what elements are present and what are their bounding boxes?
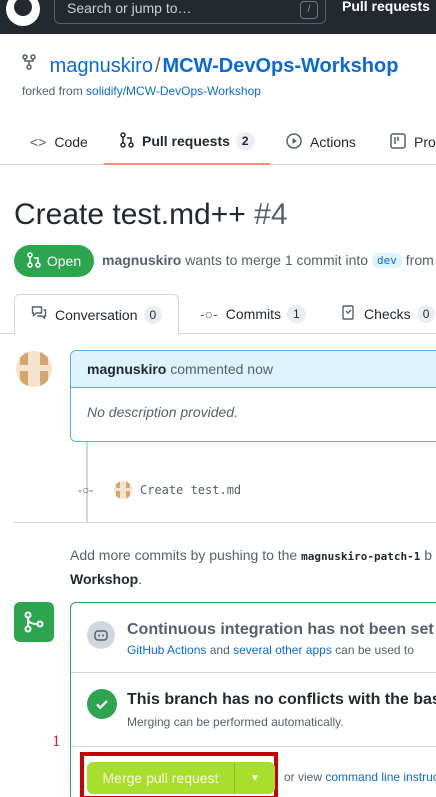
play-icon xyxy=(286,132,302,152)
pull-request-open-icon xyxy=(27,251,41,271)
comment-action: commented now xyxy=(170,361,273,377)
avatar[interactable] xyxy=(16,351,52,387)
tab-commits[interactable]: -○- Commits 1 xyxy=(200,294,306,334)
ci-subtitle: GitHub Actions and several other apps ca… xyxy=(127,643,414,657)
top-header: Search or jump to… / Pull requests xyxy=(0,0,436,34)
pr-meta-tail: from xyxy=(405,252,434,268)
tab-pull-requests-label: Pull requests xyxy=(142,133,230,149)
tab-actions-label: Actions xyxy=(310,134,356,150)
comment-header: magnuskiro commented now xyxy=(71,351,436,388)
tab-projects-label: Pro xyxy=(414,134,436,150)
or-view-label: or view xyxy=(284,770,323,784)
other-apps-link[interactable]: several other apps xyxy=(233,643,332,657)
add-more-period: . xyxy=(138,571,143,587)
checks-count: 0 xyxy=(416,305,436,323)
repo-owner-link[interactable]: magnuskiro xyxy=(50,55,153,77)
pr-author-link[interactable]: magnuskiro xyxy=(102,252,181,268)
command-line-instructions-link[interactable]: command line instruc xyxy=(325,770,436,784)
merge-pull-request-button[interactable]: Merge pull request ▼ xyxy=(87,762,275,794)
base-branch-tag[interactable]: dev xyxy=(372,253,402,268)
add-more-commits-note: Add more commits by pushing to the magnu… xyxy=(70,544,436,590)
ci-and: and xyxy=(209,643,230,657)
pr-title: Create test.md++ #4 xyxy=(14,198,288,232)
code-icon: <> xyxy=(30,134,47,150)
tab-conversation-label: Conversation xyxy=(55,306,138,323)
add-more-repo[interactable]: Workshop xyxy=(70,571,138,587)
comment-discussion-icon xyxy=(31,305,47,324)
checklist-icon xyxy=(342,304,356,324)
tab-commits-label: Commits xyxy=(225,306,282,322)
git-commit-icon: -○- xyxy=(78,483,94,497)
pr-number: #4 xyxy=(254,198,288,231)
tab-projects[interactable]: Pro xyxy=(390,119,436,165)
repo-name-link[interactable]: MCW-DevOps-Workshop xyxy=(163,55,399,77)
head-branch-name: magnuskiro-patch-1 xyxy=(301,550,421,563)
repo-forked-icon xyxy=(22,54,38,73)
comment-card: magnuskiro commented now No description … xyxy=(70,350,436,442)
commit-author-avatar[interactable] xyxy=(114,481,132,499)
robot-icon xyxy=(87,621,115,649)
pr-title-text: Create test.md++ xyxy=(14,198,246,231)
commit-message-link[interactable]: Create test.md xyxy=(140,483,241,497)
pr-state-label: Open xyxy=(46,253,82,269)
no-conflicts-title: This branch has no conflicts with the ba… xyxy=(127,691,436,708)
tab-checks[interactable]: Checks 0 xyxy=(342,294,436,334)
repo-separator: / xyxy=(154,55,161,77)
pr-meta: magnuskiro wants to merge 1 commit into … xyxy=(102,252,434,268)
comment-body: No description provided. xyxy=(87,404,238,420)
add-more-tail: b xyxy=(424,547,433,563)
forked-prefix: forked from xyxy=(22,84,83,98)
forked-from: forked from solidify/MCW-DevOps-Workshop xyxy=(22,84,261,98)
ci-status-row: Continuous integration has not been set … xyxy=(71,603,436,673)
header-pull-requests-link[interactable]: Pull requests xyxy=(342,0,430,14)
pull-requests-count: 2 xyxy=(235,132,255,150)
no-conflicts-subtitle: Merging can be performed automatically. xyxy=(127,715,344,729)
commits-count: 1 xyxy=(287,305,306,323)
pr-state-badge: Open xyxy=(14,245,94,277)
ci-title: Continuous integration has not been set xyxy=(127,621,434,638)
tab-code-label: Code xyxy=(54,134,88,150)
add-more-prefix: Add more commits by pushing to the xyxy=(70,547,298,563)
git-merge-icon xyxy=(14,602,54,642)
pr-meta-text: wants to merge 1 commit into xyxy=(185,252,369,268)
ci-tail: can be used to xyxy=(335,643,414,657)
step-annotation-number: 1 xyxy=(52,734,61,750)
tab-code[interactable]: <> Code xyxy=(30,119,88,165)
repo-nav: <> Code Pull requests 2 Actions Pro xyxy=(0,119,436,165)
search-input[interactable]: Search or jump to… / xyxy=(54,0,326,24)
or-view-text: or view command line instruc xyxy=(284,770,436,784)
pull-request-icon xyxy=(120,131,134,151)
project-icon xyxy=(390,132,406,152)
forked-source-link[interactable]: solidify/MCW-DevOps-Workshop xyxy=(86,84,261,98)
search-placeholder: Search or jump to… xyxy=(67,0,192,16)
check-icon xyxy=(87,689,117,719)
merge-button-label[interactable]: Merge pull request xyxy=(87,762,235,794)
conversation-count: 0 xyxy=(143,305,163,324)
timeline-commit: -○- Create test.md xyxy=(78,480,241,500)
pr-tabs: Conversation 0 -○- Commits 1 Checks 0 xyxy=(0,294,436,335)
github-logo-icon[interactable] xyxy=(6,0,40,26)
triangle-down-icon[interactable]: ▼ xyxy=(235,773,275,784)
tab-checks-label: Checks xyxy=(364,306,411,322)
timeline-divider xyxy=(14,522,436,523)
tab-pull-requests[interactable]: Pull requests 2 xyxy=(104,119,270,165)
search-shortcut-key: / xyxy=(300,1,318,19)
github-actions-link[interactable]: GitHub Actions xyxy=(127,643,206,657)
git-commit-icon: -○- xyxy=(200,306,218,322)
tab-conversation[interactable]: Conversation 0 xyxy=(14,294,180,335)
comment-author-link[interactable]: magnuskiro xyxy=(87,361,166,377)
tab-actions[interactable]: Actions xyxy=(286,119,356,165)
repo-title: magnuskiro / MCW-DevOps-Workshop xyxy=(22,54,398,78)
no-conflicts-row: This branch has no conflicts with the ba… xyxy=(71,673,436,747)
